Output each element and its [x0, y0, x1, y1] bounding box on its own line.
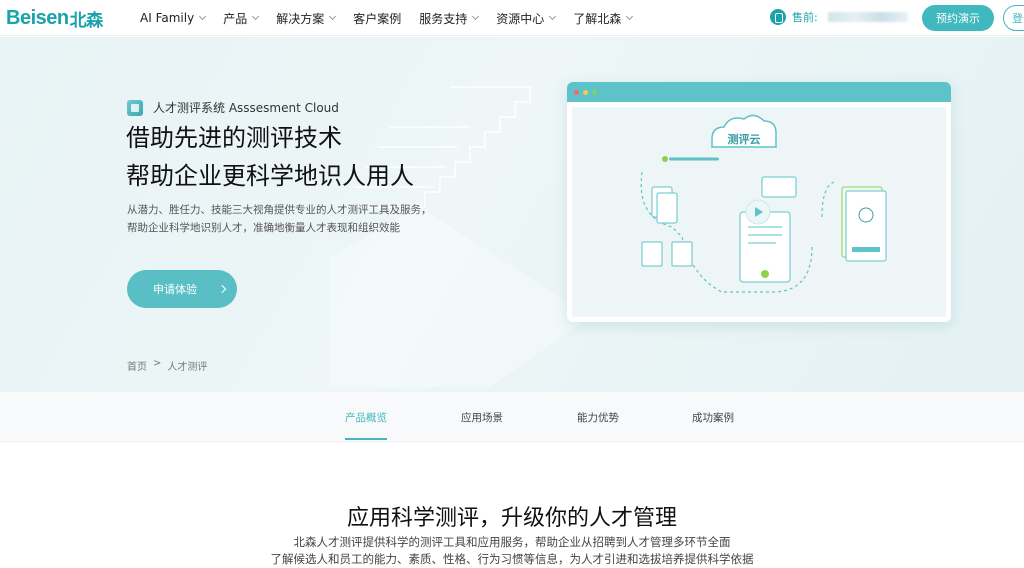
hero-title-line2: 帮助企业更科学地识人用人	[126, 162, 414, 190]
login-button[interactable]: 登	[1003, 5, 1024, 31]
book-demo-button[interactable]: 预约演示	[922, 5, 994, 31]
hero-title-line1: 借助先进的测评技术	[126, 124, 342, 152]
menu-ai-family[interactable]: AI Family	[140, 11, 207, 25]
menu-label: 资源中心	[496, 11, 545, 26]
menu-label: 解决方案	[276, 11, 325, 26]
menu-products[interactable]: 产品	[223, 10, 260, 27]
logo-cn: 北森	[69, 10, 104, 30]
apply-trial-label: 申请体验	[153, 283, 197, 296]
beisen-logo[interactable]: Beisen 北森	[6, 6, 103, 30]
hero-banner: 人才测评系统 Asssesment Cloud 借助先进的测评技术 帮助企业更科…	[0, 37, 1024, 392]
chevron-down-icon	[472, 12, 480, 21]
close-dot-icon	[574, 89, 579, 95]
menu-customer-cases[interactable]: 客户案例	[353, 10, 401, 27]
maximize-dot-icon	[592, 89, 597, 95]
presales-phone[interactable]: 售前:	[770, 9, 908, 25]
assessment-cloud-icon	[127, 99, 143, 116]
menu-label: 服务支持	[419, 11, 468, 26]
section-desc-line1: 北森人才测评提供科学的测评工具和应用服务，帮助企业从招聘到人才管理多环节全面	[293, 535, 731, 549]
chevron-down-icon	[329, 12, 337, 21]
menu-service-support[interactable]: 服务支持	[419, 10, 480, 27]
menu-label: 客户案例	[353, 11, 402, 26]
section-title: 应用科学测评，升级你的人才管理	[346, 506, 677, 531]
breadcrumb-separator: >	[153, 358, 162, 369]
tab-advantages[interactable]: 能力优势	[577, 410, 619, 425]
chevron-down-icon	[549, 12, 557, 21]
menu-about-beisen[interactable]: 了解北森	[573, 10, 634, 27]
cloud-label: 测评云	[728, 132, 761, 146]
browser-titlebar	[567, 82, 951, 102]
phone-number-blurred	[827, 12, 908, 22]
section-description: 北森人才测评提供科学的测评工具和应用服务，帮助企业从招聘到人才管理多环节全面 了…	[0, 534, 1024, 568]
browser-mockup-illustration: 测评云	[567, 82, 951, 322]
top-navbar: Beisen 北森 AI Family 产品 解决方案 客户案例 服务支持 资源中…	[0, 0, 1024, 36]
chevron-down-icon	[199, 12, 207, 21]
chevron-down-icon	[626, 12, 634, 21]
active-tab-indicator	[345, 438, 387, 440]
tab-scenarios[interactable]: 应用场景	[461, 410, 503, 425]
tab-product-overview[interactable]: 产品概览	[345, 410, 387, 425]
hero-description: 从潜力、胜任力、技能三大视角提供专业的人才测评工具及服务，帮助企业科学地识别人才…	[127, 204, 432, 234]
menu-resource-center[interactable]: 资源中心	[496, 10, 557, 27]
breadcrumb-home[interactable]: 首页	[127, 358, 147, 373]
apply-trial-button[interactable]: 申请体验	[127, 270, 237, 308]
minimize-dot-icon	[583, 89, 588, 95]
tab-success-cases[interactable]: 成功案例	[692, 410, 734, 425]
phone-label: 售前:	[792, 11, 818, 24]
breadcrumb: 首页 > 人才测评	[127, 358, 213, 373]
assessment-flow-diagram: 测评云	[640, 114, 887, 293]
product-tag: 人才测评系统 Asssesment Cloud	[127, 99, 339, 116]
menu-label: AI Family	[140, 11, 195, 25]
wechat-phone-icon	[770, 9, 786, 25]
chevron-right-icon	[217, 284, 227, 294]
menu-label: 了解北森	[573, 11, 622, 26]
menu-solutions[interactable]: 解决方案	[276, 10, 337, 27]
section-desc-line2: 了解候选人和员工的能力、素质、性格、行为习惯等信息，为人才引进和选拔培养提供科学…	[270, 552, 754, 566]
main-menu: AI Family 产品 解决方案 客户案例 服务支持 资源中心 了解北森	[140, 0, 650, 36]
product-tag-label: 人才测评系统 Asssesment Cloud	[153, 101, 339, 115]
chevron-down-icon	[252, 12, 260, 21]
menu-label: 产品	[223, 11, 248, 26]
logo-text: Beisen	[6, 6, 69, 29]
breadcrumb-current: 人才测评	[167, 362, 208, 373]
hero-title: 借助先进的测评技术 帮助企业更科学地识人用人	[126, 119, 414, 195]
browser-content: 测评云	[572, 107, 946, 317]
section-tabs: 产品概览 应用场景 能力优势 成功案例	[0, 392, 1024, 442]
